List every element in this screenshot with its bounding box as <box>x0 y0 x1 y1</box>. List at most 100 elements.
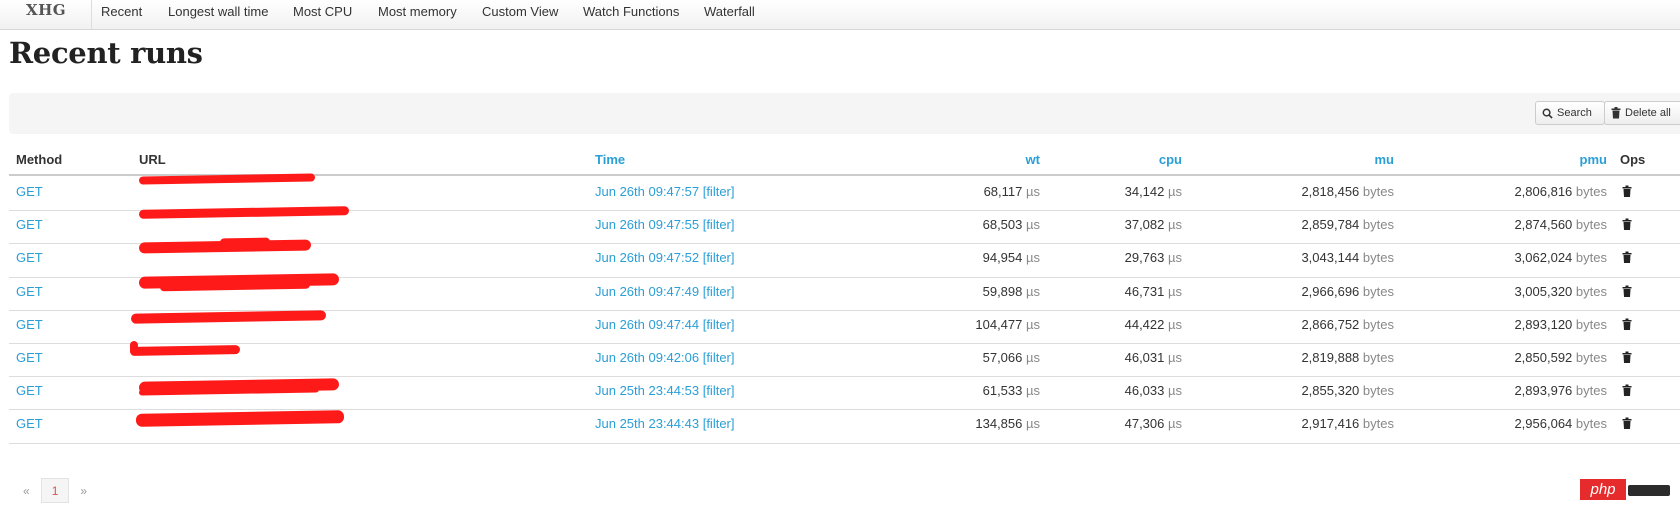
nav-longest-wall-time[interactable]: Longest wall time <box>168 4 268 19</box>
delete-run-button[interactable] <box>1622 417 1632 434</box>
brand-logo[interactable]: XHG <box>26 1 66 19</box>
cpu-value-cell: 46,731 µs <box>1042 284 1182 300</box>
pmu-value-cell-unit: bytes <box>1575 284 1607 299</box>
delete-run-button[interactable] <box>1622 351 1632 368</box>
pmu-value-cell: 2,806,816 bytes <box>1467 184 1607 200</box>
wt-value-cell-value: 61,533 <box>982 383 1023 398</box>
time-filter-link[interactable]: Jun 25th 23:44:43 [filter] <box>595 416 734 432</box>
mu-value-cell: 2,917,416 bytes <box>1254 416 1394 432</box>
wt-value-cell-unit: µs <box>1026 317 1040 332</box>
pmu-value-cell: 3,062,024 bytes <box>1467 250 1607 266</box>
header-mu-sort[interactable]: mu <box>1254 152 1395 167</box>
method-link[interactable]: GET <box>16 416 43 432</box>
nav-watch-functions[interactable]: Watch Functions <box>583 4 679 19</box>
pagination-page-1[interactable]: 1 <box>40 478 70 503</box>
time-filter-link[interactable]: Jun 26th 09:47:49 [filter] <box>595 284 734 300</box>
nav-waterfall[interactable]: Waterfall <box>704 4 755 19</box>
row-divider <box>9 343 1680 344</box>
pmu-value-cell: 2,893,976 bytes <box>1467 383 1607 399</box>
mu-value-cell: 2,818,456 bytes <box>1254 184 1394 200</box>
wt-value-cell: 68,117 µs <box>900 184 1040 200</box>
header-time-sort[interactable]: Time <box>595 152 625 167</box>
cpu-value-cell-unit: µs <box>1168 317 1182 332</box>
pmu-value-cell-unit: bytes <box>1575 184 1607 199</box>
method-link[interactable]: GET <box>16 383 43 399</box>
time-filter-link-value: Jun 26th 09:47:57 [filter] <box>595 184 735 199</box>
mu-value-cell-value: 2,855,320 <box>1301 383 1360 398</box>
redaction-mark <box>129 340 139 356</box>
header-cpu-sort[interactable]: cpu <box>1042 152 1182 167</box>
method-link[interactable]: GET <box>16 284 43 300</box>
pmu-value-cell-value: 2,874,560 <box>1514 217 1573 232</box>
pmu-value-cell: 2,956,064 bytes <box>1467 416 1607 432</box>
mu-value-cell: 2,859,784 bytes <box>1254 217 1394 233</box>
trash-icon <box>1622 251 1632 263</box>
pmu-value-cell: 2,850,592 bytes <box>1467 350 1607 366</box>
method-link[interactable]: GET <box>16 184 43 200</box>
time-filter-link-value: Jun 26th 09:47:55 [filter] <box>595 217 735 232</box>
delete-run-button[interactable] <box>1622 218 1632 235</box>
delete-run-button[interactable] <box>1622 251 1632 268</box>
wt-value-cell-value: 57,066 <box>982 350 1023 365</box>
nav-recent[interactable]: Recent <box>101 4 142 19</box>
delete-run-button[interactable] <box>1622 318 1632 335</box>
time-filter-link[interactable]: Jun 26th 09:47:44 [filter] <box>595 317 734 333</box>
mu-value-cell-unit: bytes <box>1362 284 1394 299</box>
wt-value-cell: 94,954 µs <box>900 250 1040 266</box>
pagination-prev[interactable]: « <box>12 478 41 503</box>
pmu-value-cell-unit: bytes <box>1575 416 1607 431</box>
search-toolbar <box>9 93 1680 134</box>
watermark-dark-bar <box>1628 485 1670 496</box>
time-filter-link-value: Jun 26th 09:47:44 [filter] <box>595 317 735 332</box>
pmu-value-cell-value: 2,893,120 <box>1514 317 1573 332</box>
header-wt-sort[interactable]: wt <box>900 152 1040 167</box>
cpu-value-cell: 46,031 µs <box>1042 350 1182 366</box>
delete-all-button[interactable]: Delete all <box>1604 101 1680 125</box>
nav-most-cpu[interactable]: Most CPU <box>293 4 352 19</box>
header-ops: Ops <box>1620 152 1646 167</box>
pmu-value-cell-value: 2,806,816 <box>1514 184 1573 199</box>
header-pmu-sort[interactable]: pmu <box>1467 152 1607 167</box>
pmu-value-cell-unit: bytes <box>1575 317 1607 332</box>
delete-run-button[interactable] <box>1622 185 1632 202</box>
method-link[interactable]: GET <box>16 350 43 366</box>
cpu-value-cell-value: 46,033 <box>1124 383 1165 398</box>
pmu-value-cell-value: 3,062,024 <box>1514 250 1573 265</box>
mu-value-cell-value: 2,866,752 <box>1301 317 1360 332</box>
url-link-redacted[interactable] <box>139 217 349 233</box>
pagination-next[interactable]: » <box>69 478 99 503</box>
wt-value-cell-unit: µs <box>1026 350 1040 365</box>
time-filter-link[interactable]: Jun 26th 09:47:55 [filter] <box>595 217 734 233</box>
method-link[interactable]: GET <box>16 250 43 266</box>
cpu-value-cell-value: 46,031 <box>1124 350 1165 365</box>
cpu-value-cell: 34,142 µs <box>1042 184 1182 200</box>
time-filter-link[interactable]: Jun 26th 09:47:52 [filter] <box>595 250 734 266</box>
mu-value-cell-value: 2,859,784 <box>1301 217 1360 232</box>
trash-icon <box>1611 107 1621 119</box>
trash-icon <box>1622 318 1632 330</box>
cpu-value-cell: 47,306 µs <box>1042 416 1182 432</box>
url-link-redacted[interactable] <box>139 184 349 200</box>
method-link-value: GET <box>16 317 43 332</box>
mu-value-cell: 2,966,696 bytes <box>1254 284 1394 300</box>
time-filter-link-value: Jun 26th 09:47:49 [filter] <box>595 284 735 299</box>
delete-run-button[interactable] <box>1622 285 1632 302</box>
nav-custom-view[interactable]: Custom View <box>482 4 558 19</box>
nav-most-memory[interactable]: Most memory <box>378 4 457 19</box>
row-divider <box>9 443 1680 444</box>
cpu-value-cell-unit: µs <box>1168 383 1182 398</box>
delete-run-button[interactable] <box>1622 384 1632 401</box>
method-link-value: GET <box>16 184 43 199</box>
delete-all-button-label: Delete all <box>1625 107 1671 119</box>
method-link[interactable]: GET <box>16 317 43 333</box>
method-link[interactable]: GET <box>16 217 43 233</box>
method-link-value: GET <box>16 416 43 431</box>
cpu-value-cell-value: 47,306 <box>1124 416 1165 431</box>
pmu-value-cell: 2,874,560 bytes <box>1467 217 1607 233</box>
mu-value-cell-unit: bytes <box>1362 350 1394 365</box>
cpu-value-cell-unit: µs <box>1168 217 1182 232</box>
search-button[interactable]: Search <box>1535 101 1605 125</box>
time-filter-link[interactable]: Jun 26th 09:42:06 [filter] <box>595 350 734 366</box>
time-filter-link[interactable]: Jun 25th 23:44:53 [filter] <box>595 383 734 399</box>
time-filter-link[interactable]: Jun 26th 09:47:57 [filter] <box>595 184 734 200</box>
